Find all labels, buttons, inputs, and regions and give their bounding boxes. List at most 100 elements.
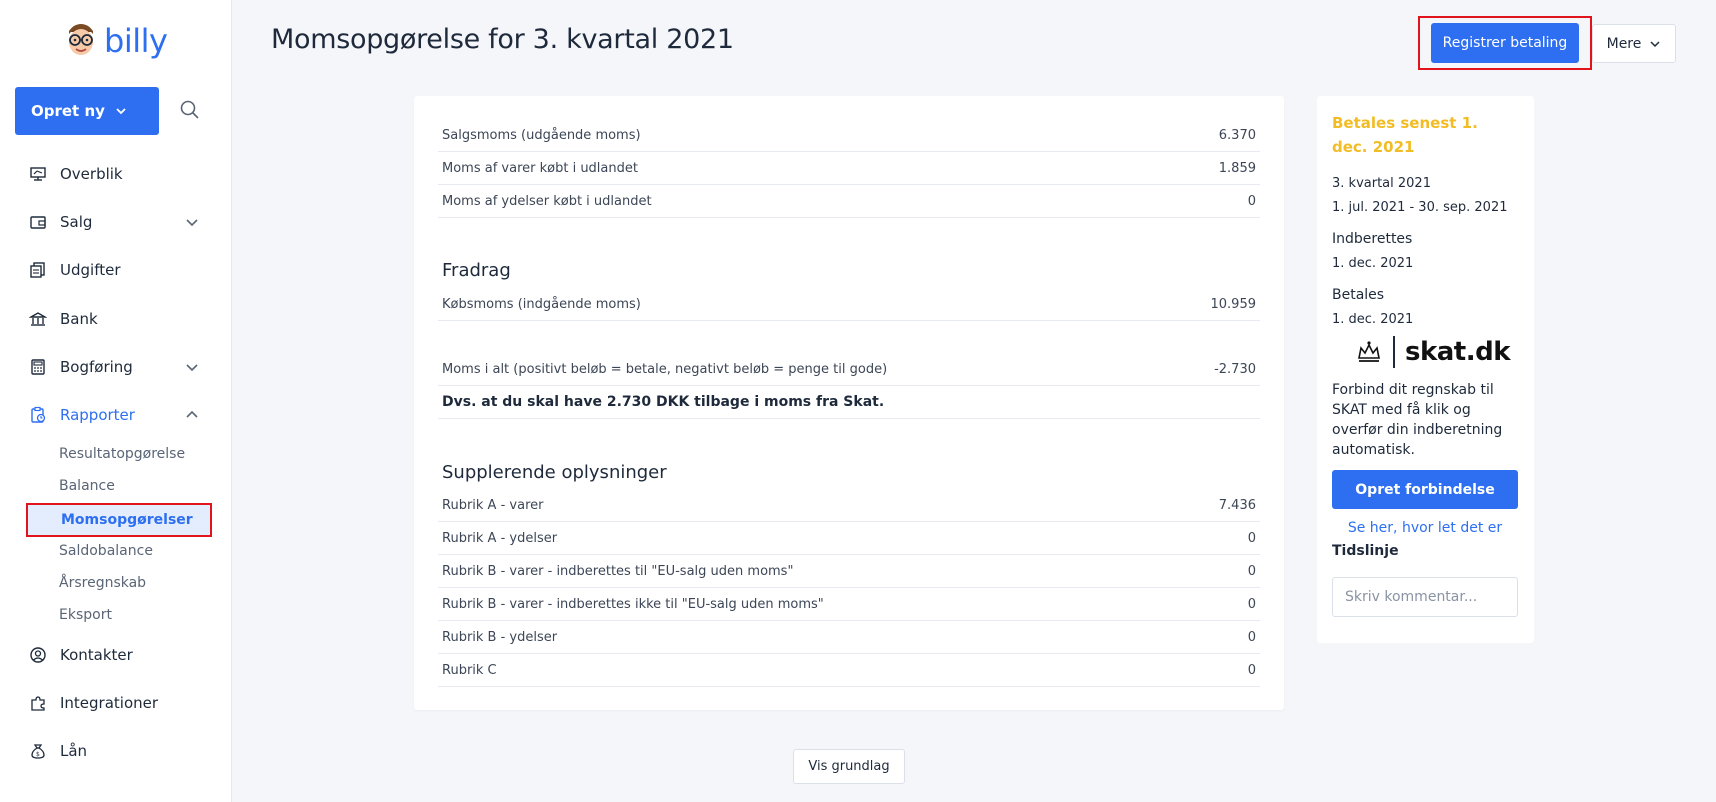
page-title: Momsopgørelse for 3. kvartal 2021 — [271, 24, 734, 55]
sidebar-item-label: Bogføring — [60, 358, 133, 376]
dashboard-icon — [28, 164, 48, 184]
skat-promo-text: Forbind dit regnskab til SKAT med få kli… — [1332, 382, 1503, 458]
period-range: 1. jul. 2021 - 30. sep. 2021 — [1332, 200, 1508, 215]
sidebar-item-bogforing[interactable]: Bogføring — [0, 345, 232, 389]
logo-text: billy — [104, 22, 168, 60]
sidebar-item-label: Lån — [60, 742, 88, 760]
sidebar-item-label: Overblik — [60, 165, 123, 183]
sidebar-item-overblik[interactable]: Overblik — [0, 152, 232, 196]
puzzle-icon — [28, 693, 48, 713]
chevron-down-icon — [186, 219, 198, 227]
report-total-row: Moms i alt (positivt beløb = betale, neg… — [438, 353, 1260, 386]
sidebar-item-label: Rapporter — [60, 406, 135, 424]
sidebar-subitem-resultatopgorelse[interactable]: Resultatopgørelse — [59, 440, 185, 468]
row-value: 0 — [1247, 596, 1256, 612]
row-value: 0 — [1247, 563, 1256, 579]
row-label: Moms i alt (positivt beløb = betale, neg… — [442, 361, 888, 377]
sidebar-item-lan[interactable]: $ Lån — [0, 729, 232, 773]
see-how-link[interactable]: Se her, hvor let det er — [1332, 520, 1518, 536]
section-title-deductions: Fradrag — [442, 260, 511, 281]
sidebar-item-label: Udgifter — [60, 261, 121, 279]
row-value: 1.859 — [1218, 160, 1256, 176]
receipts-icon — [28, 260, 48, 280]
sidebar-subitem-balance[interactable]: Balance — [59, 472, 115, 500]
search-icon[interactable] — [178, 98, 202, 122]
sidebar-item-udgifter[interactable]: Udgifter — [0, 248, 232, 292]
skat-logo: skat.dk — [1355, 336, 1511, 368]
reports-icon — [28, 405, 48, 425]
create-connection-button[interactable]: Opret forbindelse — [1332, 470, 1518, 509]
skat-logo-text: skat.dk — [1405, 337, 1511, 367]
report-row: Salgsmoms (udgående moms) 6.370 — [438, 119, 1260, 152]
pay-date: 1. dec. 2021 — [1332, 312, 1414, 327]
row-label: Rubrik C — [442, 662, 497, 678]
due-date-notice: Betales senest 1. dec. 2021 — [1332, 114, 1478, 156]
more-label: Mere — [1606, 35, 1642, 52]
report-row: Rubrik B - varer - indberettes ikke til … — [438, 588, 1260, 621]
row-value: 0 — [1247, 629, 1256, 645]
contact-icon — [28, 645, 48, 665]
chevron-down-icon — [186, 364, 198, 372]
report-label: Indberettes — [1332, 231, 1413, 247]
chevron-up-icon — [186, 410, 198, 418]
row-value: 7.436 — [1218, 497, 1256, 513]
money-bag-icon: $ — [28, 741, 48, 761]
row-value: -2.730 — [1214, 361, 1256, 377]
sidebar-subitem-eksport[interactable]: Eksport — [59, 601, 112, 629]
sidebar-item-label: Bank — [60, 310, 98, 328]
row-label: Moms af varer købt i udlandet — [442, 160, 638, 176]
report-row: Rubrik A - ydelser 0 — [438, 522, 1260, 555]
row-label: Rubrik B - varer - indberettes til "EU-s… — [442, 563, 794, 579]
row-value: 6.370 — [1218, 127, 1256, 143]
period-title: 3. kvartal 2021 — [1332, 176, 1431, 191]
report-summary-row: Dvs. at du skal have 2.730 DKK tilbage i… — [438, 386, 1260, 419]
sidebar-item-label: Salg — [60, 213, 93, 231]
show-basis-button[interactable]: Vis grundlag — [793, 749, 905, 784]
report-row: Købsmoms (indgående moms) 10.959 — [438, 288, 1260, 321]
sidebar-item-label: Integrationer — [60, 694, 159, 712]
sidebar-item-kontakter[interactable]: Kontakter — [0, 633, 232, 677]
report-row: Moms af ydelser købt i udlandet 0 — [438, 185, 1260, 218]
report-row: Rubrik B - ydelser 0 — [438, 621, 1260, 654]
more-dropdown-button[interactable]: Mere — [1592, 24, 1676, 63]
row-value: 0 — [1247, 193, 1256, 209]
sidebar-subitem-momsopgorelser[interactable]: Momsopgørelser — [26, 503, 212, 537]
report-row: Rubrik C 0 — [438, 654, 1260, 687]
row-label: Rubrik A - ydelser — [442, 530, 558, 546]
create-new-button[interactable]: Opret ny — [15, 87, 159, 135]
sidebar-subitem-saldobalance[interactable]: Saldobalance — [59, 537, 153, 565]
comment-input[interactable] — [1332, 577, 1518, 617]
row-label: Købsmoms (indgående moms) — [442, 296, 641, 312]
sidebar-item-rapporter[interactable]: Rapporter — [0, 393, 232, 437]
report-row: Rubrik A - varer 7.436 — [438, 489, 1260, 522]
summary-text: Dvs. at du skal have 2.730 DKK tilbage i… — [442, 394, 885, 410]
row-label: Rubrik B - varer - indberettes ikke til … — [442, 596, 824, 612]
chevron-down-icon — [1650, 40, 1660, 47]
row-value: 0 — [1247, 662, 1256, 678]
calculator-icon — [28, 357, 48, 377]
register-payment-button[interactable]: Registrer betaling — [1431, 23, 1579, 63]
report-row: Moms af varer købt i udlandet 1.859 — [438, 152, 1260, 185]
sidebar-item-bank[interactable]: Bank — [0, 297, 232, 341]
row-label: Salgsmoms (udgående moms) — [442, 127, 641, 143]
sidebar: billy Opret ny Overblik Salg Udgifter Ba… — [0, 0, 232, 802]
billy-logo[interactable]: billy — [64, 22, 168, 60]
chevron-down-icon — [116, 108, 126, 115]
row-label: Moms af ydelser købt i udlandet — [442, 193, 652, 209]
section-title-supplementary: Supplerende oplysninger — [442, 462, 667, 483]
row-value: 0 — [1247, 530, 1256, 546]
billy-mascot-icon — [69, 24, 93, 55]
sidebar-item-salg[interactable]: Salg — [0, 200, 232, 244]
timeline-heading: Tidslinje — [1332, 543, 1399, 559]
report-date: 1. dec. 2021 — [1332, 256, 1414, 271]
sidebar-item-integrationer[interactable]: Integrationer — [0, 681, 232, 725]
bank-icon — [28, 309, 48, 329]
report-row: Rubrik B - varer - indberettes til "EU-s… — [438, 555, 1260, 588]
create-new-label: Opret ny — [31, 102, 105, 120]
sidebar-item-label: Kontakter — [60, 646, 133, 664]
wallet-icon — [28, 212, 48, 232]
sidebar-subitem-arsregnskab[interactable]: Årsregnskab — [59, 569, 146, 597]
pay-label: Betales — [1332, 287, 1385, 303]
row-label: Rubrik A - varer — [442, 497, 544, 513]
row-label: Rubrik B - ydelser — [442, 629, 558, 645]
